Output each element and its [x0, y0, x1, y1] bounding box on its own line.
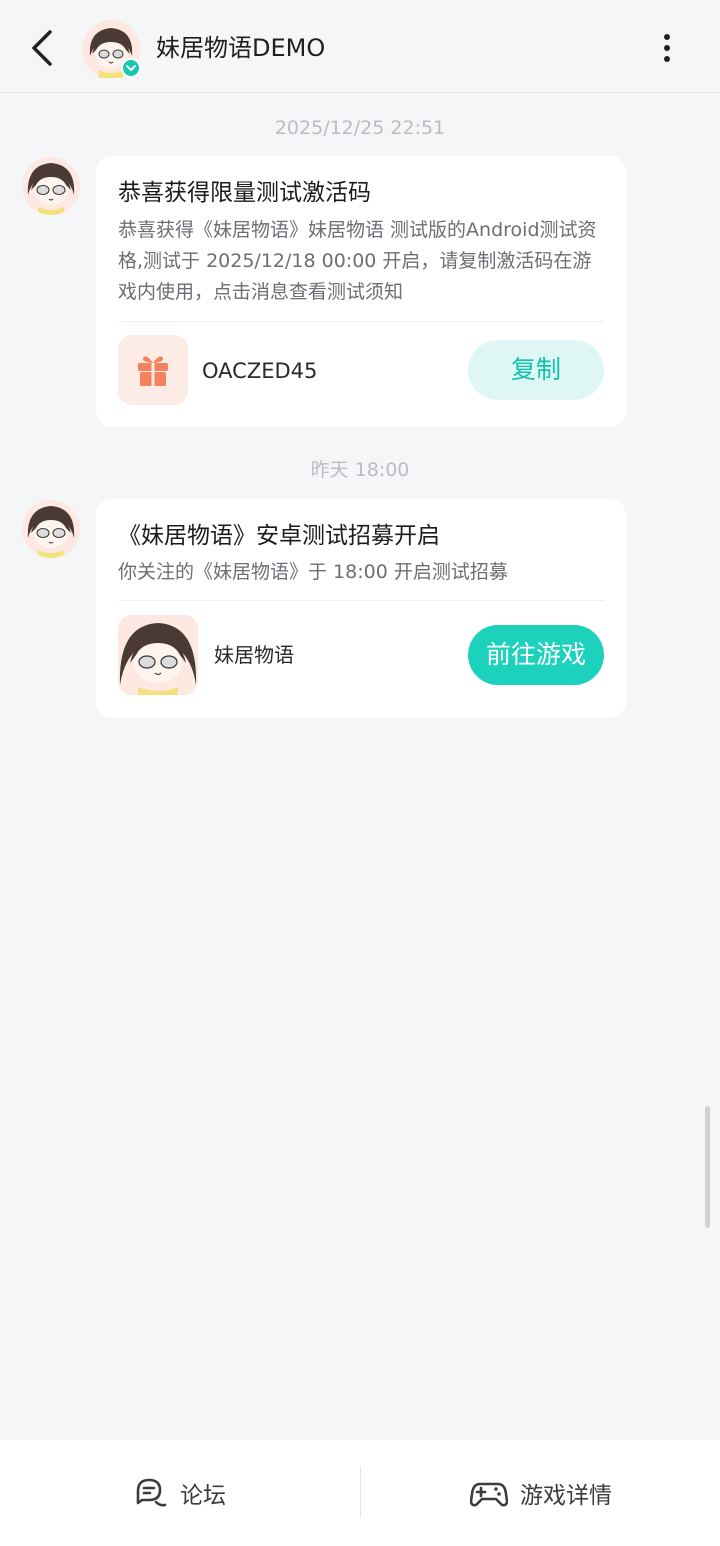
verified-badge: [121, 58, 141, 78]
gift-box: [118, 335, 188, 405]
sender-avatar[interactable]: [22, 500, 80, 558]
divider: [360, 1466, 361, 1518]
verified-check-icon: [126, 65, 136, 71]
bottom-bar: 论坛 游戏详情: [0, 1440, 720, 1546]
message-card[interactable]: 恭喜获得限量测试激活码 恭喜获得《妹居物语》妹居物语 测试版的Android测试…: [96, 156, 626, 427]
message-timestamp: 昨天 18:00: [310, 459, 410, 481]
message-timestamp: 2025/12/25 22:51: [274, 117, 446, 139]
back-button[interactable]: [22, 26, 66, 70]
page-title: 妹居物语DEMO: [156, 34, 326, 62]
gamepad-icon: [470, 1482, 508, 1507]
chevron-left-icon: [32, 30, 52, 66]
more-button[interactable]: [650, 28, 684, 68]
message-card[interactable]: 《妹居物语》安卓测试招募开启 你关注的《妹居物语》于 18:00 开启测试招募 …: [96, 499, 626, 718]
divider: [118, 600, 604, 601]
gift-icon: [138, 356, 168, 386]
message-title: 《妹居物语》安卓测试招募开启: [118, 523, 440, 549]
avatar-image: [22, 500, 80, 558]
copy-button[interactable]: 复制: [468, 340, 604, 400]
game-name: 妹居物语: [214, 643, 294, 667]
forum-label: 论坛: [180, 1483, 226, 1509]
game-details-label: 游戏详情: [520, 1483, 612, 1509]
divider: [118, 321, 604, 322]
go-to-game-button[interactable]: 前往游戏: [468, 625, 604, 685]
avatar-image: [22, 157, 80, 215]
game-thumbnail[interactable]: [118, 615, 198, 695]
forum-tab[interactable]: 论坛: [134, 1470, 226, 1516]
chat-bubbles-icon: [136, 1478, 167, 1507]
more-vertical-icon: [664, 34, 670, 62]
activation-code: OACZED45: [202, 359, 318, 383]
message-body: 恭喜获得《妹居物语》妹居物语 测试版的Android测试资格,测试于 2025/…: [118, 219, 597, 303]
message-title: 恭喜获得限量测试激活码: [118, 180, 371, 206]
top-bar: 妹居物语DEMO: [0, 0, 720, 93]
sender-avatar[interactable]: [22, 157, 80, 215]
game-details-tab[interactable]: 游戏详情: [470, 1470, 612, 1516]
scrollbar[interactable]: [705, 1106, 710, 1228]
game-cover-image: [118, 615, 198, 695]
message-body: 你关注的《妹居物语》于 18:00 开启测试招募: [118, 561, 508, 583]
